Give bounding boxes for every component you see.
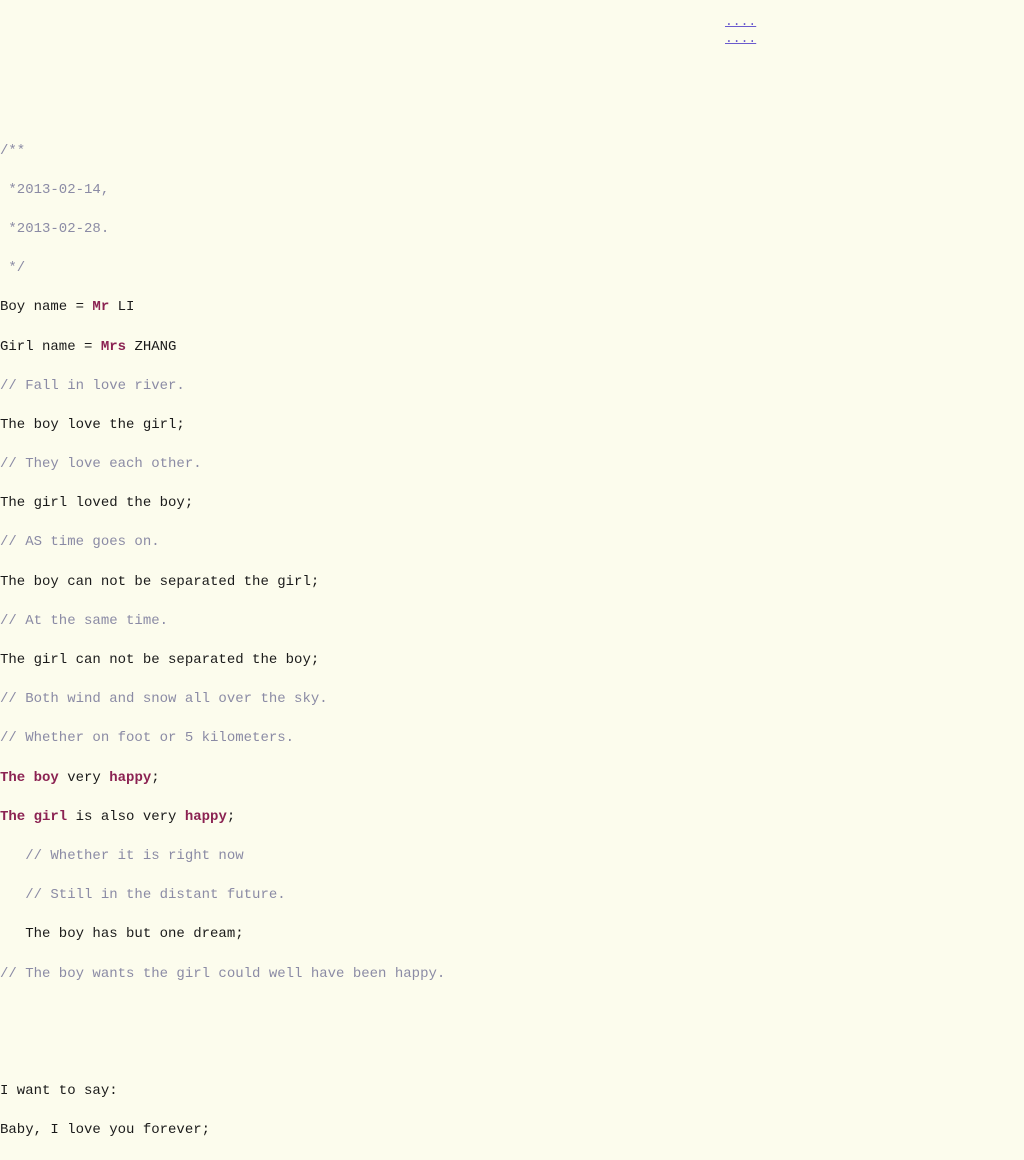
happy2-b: is also very — [67, 809, 185, 825]
comment-time-goes-on: // AS time goes on. — [0, 533, 445, 553]
happy2-c: happy — [185, 809, 227, 825]
boy-name-line: Boy name = Mr LI — [0, 298, 445, 318]
girl-name-pre: Girl name = — [0, 339, 101, 355]
boy-rest: LI — [109, 299, 134, 315]
comment-right-now: // Whether it is right now — [0, 847, 445, 867]
girl-title: Mrs — [101, 339, 126, 355]
comment-could-happy: // The boy wants the girl could well hav… — [0, 965, 445, 985]
happy1-a: The boy — [0, 770, 59, 786]
dots-links: .... .... — [725, 14, 756, 48]
happy1-b: very — [59, 770, 109, 786]
line-girl-separated: The girl can not be separated the boy; — [0, 651, 445, 671]
comment-love-each-other: // They love each other. — [0, 455, 445, 475]
doc-comment-l1: *2013-02-14, — [0, 181, 445, 201]
line-girl-loved: The girl loved the boy; — [0, 494, 445, 514]
comment-foot-5km: // Whether on foot or 5 kilometers. — [0, 729, 445, 749]
dots-link-2[interactable]: .... — [725, 31, 756, 48]
comment-fall-in-love: // Fall in love river. — [0, 377, 445, 397]
happy2-a: The girl — [0, 809, 67, 825]
code-block: /** *2013-02-14, *2013-02-28. */ Boy nam… — [0, 122, 445, 1160]
happy1-d: ; — [151, 770, 159, 786]
boy-name-pre: Boy name = — [0, 299, 92, 315]
line-love-forever: Baby, I love you forever; — [0, 1121, 445, 1141]
girl-rest: ZHANG — [126, 339, 176, 355]
doc-comment-open: /** — [0, 142, 445, 162]
line-boy-happy: The boy very happy; — [0, 769, 445, 789]
line-boy-love: The boy love the girl; — [0, 416, 445, 436]
comment-same-time: // At the same time. — [0, 612, 445, 632]
comment-wind-snow: // Both wind and snow all over the sky. — [0, 690, 445, 710]
line-one-dream: The boy has but one dream; — [0, 925, 445, 945]
happy2-d: ; — [227, 809, 235, 825]
line-girl-happy: The girl is also very happy; — [0, 808, 445, 828]
doc-comment-l2: *2013-02-28. — [0, 220, 445, 240]
girl-name-line: Girl name = Mrs ZHANG — [0, 338, 445, 358]
line-want-say: I want to say: — [0, 1082, 445, 1102]
happy1-c: happy — [109, 770, 151, 786]
dots-link-1[interactable]: .... — [725, 14, 756, 31]
doc-comment-close: */ — [0, 259, 445, 279]
boy-title: Mr — [92, 299, 109, 315]
line-boy-separated: The boy can not be separated the girl; — [0, 573, 445, 593]
comment-distant-future: // Still in the distant future. — [0, 886, 445, 906]
